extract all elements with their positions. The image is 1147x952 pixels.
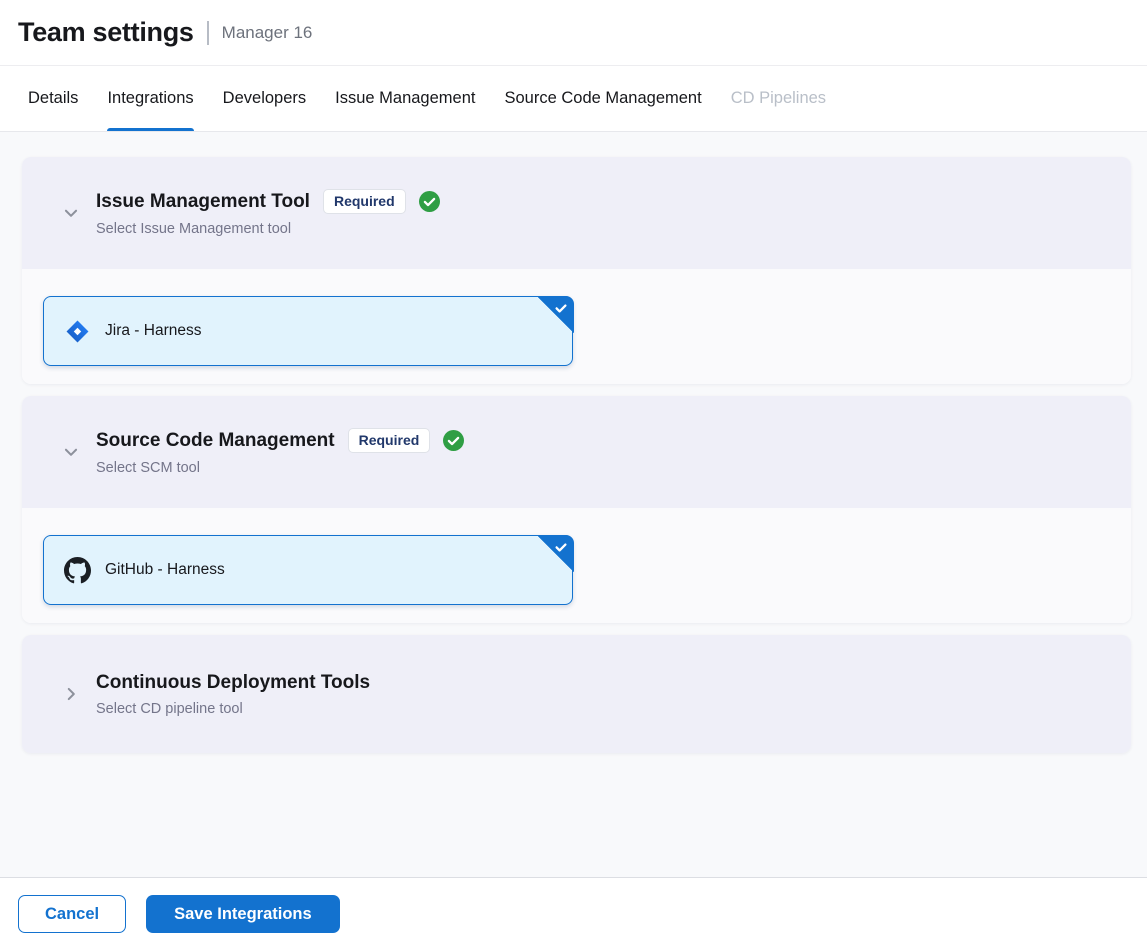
check-icon bbox=[554, 540, 568, 554]
title-divider bbox=[207, 21, 209, 45]
check-icon bbox=[554, 301, 568, 315]
section-continuous-deployment-tools: Continuous Deployment Tools Select CD pi… bbox=[22, 635, 1131, 753]
section-header-cd-tools[interactable]: Continuous Deployment Tools Select CD pi… bbox=[22, 635, 1131, 753]
chevron-down-icon bbox=[62, 443, 80, 461]
cancel-button[interactable]: Cancel bbox=[18, 895, 126, 933]
page-title: Team settings bbox=[18, 17, 194, 48]
chevron-right-icon bbox=[62, 685, 80, 703]
section-issue-management-tool: Issue Management Tool Required Select Is… bbox=[22, 157, 1131, 384]
tab-source-code-management[interactable]: Source Code Management bbox=[504, 66, 701, 131]
chevron-down-icon bbox=[62, 204, 80, 222]
tab-integrations[interactable]: Integrations bbox=[107, 66, 193, 131]
section-subtitle: Select CD pipeline tool bbox=[96, 701, 370, 717]
section-header-issue-management[interactable]: Issue Management Tool Required Select Is… bbox=[22, 157, 1131, 269]
save-integrations-button[interactable]: Save Integrations bbox=[146, 895, 340, 933]
required-badge: Required bbox=[323, 189, 406, 215]
tool-name: GitHub - Harness bbox=[105, 561, 225, 579]
tab-bar: Details Integrations Developers Issue Ma… bbox=[0, 66, 1147, 132]
integrations-content: Issue Management Tool Required Select Is… bbox=[0, 132, 1147, 877]
section-body-issue-management: Jira - Harness bbox=[22, 269, 1131, 384]
tab-developers[interactable]: Developers bbox=[223, 66, 306, 131]
tool-card-github-harness[interactable]: GitHub - Harness bbox=[43, 535, 573, 605]
section-title: Source Code Management bbox=[96, 430, 335, 452]
section-title: Continuous Deployment Tools bbox=[96, 672, 370, 694]
jira-icon bbox=[64, 318, 91, 345]
section-source-code-management: Source Code Management Required Select S… bbox=[22, 396, 1131, 623]
required-badge: Required bbox=[348, 428, 431, 454]
section-subtitle: Select Issue Management tool bbox=[96, 221, 440, 237]
footer-action-bar: Cancel Save Integrations bbox=[0, 877, 1147, 952]
page-context-label: Manager 16 bbox=[222, 23, 313, 43]
green-check-circle-icon bbox=[443, 430, 464, 451]
github-icon bbox=[64, 557, 91, 584]
tool-card-jira-harness[interactable]: Jira - Harness bbox=[43, 296, 573, 366]
tab-details[interactable]: Details bbox=[28, 66, 78, 131]
page-header: Team settings Manager 16 bbox=[0, 0, 1147, 66]
section-title: Issue Management Tool bbox=[96, 191, 310, 213]
tab-issue-management[interactable]: Issue Management bbox=[335, 66, 475, 131]
tab-cd-pipelines: CD Pipelines bbox=[731, 66, 826, 131]
green-check-circle-icon bbox=[419, 191, 440, 212]
tool-name: Jira - Harness bbox=[105, 322, 201, 340]
team-settings-page: Team settings Manager 16 Details Integra… bbox=[0, 0, 1147, 952]
section-subtitle: Select SCM tool bbox=[96, 460, 464, 476]
section-header-scm[interactable]: Source Code Management Required Select S… bbox=[22, 396, 1131, 508]
section-body-scm: GitHub - Harness bbox=[22, 508, 1131, 623]
